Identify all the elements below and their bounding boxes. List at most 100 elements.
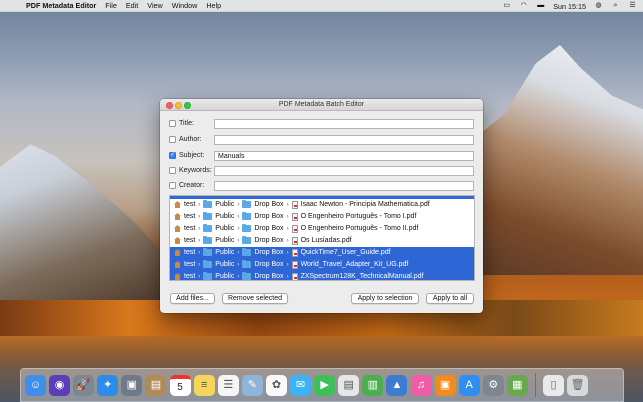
file-list-row[interactable]: test › Public › Drop Box › Os Lusíadas.pdf bbox=[170, 235, 474, 247]
menu-edit[interactable]: Edit bbox=[126, 1, 138, 10]
window-title: PDF Metadata Batch Editor bbox=[278, 101, 365, 108]
system-preferences-icon[interactable]: ⚙ bbox=[482, 374, 504, 396]
remove-selected-button[interactable]: Remove selected bbox=[222, 293, 288, 304]
trash-icon[interactable]: 🗑 bbox=[567, 374, 589, 396]
preview-icon[interactable]: ✎ bbox=[241, 374, 263, 396]
window-titlebar[interactable]: PDF Metadata Batch Editor bbox=[160, 99, 483, 111]
contacts-icon[interactable]: ▤ bbox=[145, 374, 167, 396]
launchpad-icon[interactable]: 🚀 bbox=[73, 374, 95, 396]
author-label: Author: bbox=[179, 136, 202, 143]
minimize-button[interactable] bbox=[175, 101, 182, 109]
apply-to-all-button[interactable]: Apply to all bbox=[426, 293, 474, 304]
path-separator-icon: › bbox=[237, 273, 240, 280]
author-checkbox[interactable] bbox=[169, 136, 176, 143]
file-name: ZXSpectrum128K_TechnicalManual.pdf bbox=[300, 273, 424, 280]
numbers-icon[interactable]: ▥ bbox=[362, 374, 384, 396]
notification-center-icon[interactable]: ☰ bbox=[628, 2, 637, 10]
keynote-podium-icon[interactable]: ▲ bbox=[386, 374, 408, 396]
folder-icon bbox=[203, 259, 213, 268]
keynote-icon[interactable]: ▤ bbox=[338, 374, 360, 396]
creator-checkbox[interactable] bbox=[169, 182, 176, 189]
menubar-clock[interactable]: Sun 15:15 bbox=[553, 2, 586, 11]
folder-icon bbox=[242, 211, 252, 220]
path-separator-icon: › bbox=[198, 225, 201, 232]
wifi-icon[interactable]: ◠ bbox=[519, 2, 528, 10]
folder-icon bbox=[242, 259, 252, 268]
finder-icon[interactable]: ☺ bbox=[25, 374, 46, 396]
creator-field[interactable] bbox=[214, 180, 474, 191]
path-separator-icon: › bbox=[237, 249, 240, 256]
folder-icon bbox=[242, 199, 252, 208]
file-list-row[interactable]: test › Public › Drop Box › Isaac Newton - Prin… bbox=[170, 199, 474, 211]
spotlight-search-icon[interactable]: ⌕ bbox=[611, 2, 620, 10]
menu-view[interactable]: View bbox=[147, 1, 162, 10]
path-folder-public: Public bbox=[215, 201, 235, 208]
display-icon[interactable]: ▭ bbox=[502, 2, 511, 10]
app-store-icon[interactable]: A bbox=[458, 374, 480, 396]
menu-bar: PDF Metadata Editor File Edit View Windo… bbox=[0, 0, 643, 12]
downloads-stack-icon[interactable]: ▯ bbox=[543, 374, 565, 396]
menu-file[interactable]: File bbox=[105, 1, 117, 10]
file-list-row[interactable]: test › Public › Drop Box › World_Travel_Adapte… bbox=[170, 258, 474, 271]
siri-icon[interactable]: ◉ bbox=[49, 374, 71, 396]
file-name: Isaac Newton - Principia Mathematica.pdf bbox=[300, 201, 430, 208]
input-flag-icon[interactable]: ▬ bbox=[536, 2, 545, 10]
folder-icon bbox=[242, 223, 252, 232]
close-button[interactable] bbox=[166, 101, 173, 109]
folder-icon bbox=[203, 247, 213, 256]
dock-separator bbox=[534, 373, 536, 397]
file-list-row[interactable]: test › Public › Drop Box › QuickTime7_User_Gui… bbox=[170, 246, 474, 259]
author-field[interactable] bbox=[214, 134, 474, 145]
path-folder-dropbox: Drop Box bbox=[254, 225, 284, 232]
file-list-row[interactable]: test › Public › Drop Box › ZXSpectrum128K_Tech… bbox=[170, 270, 474, 280]
title-field[interactable] bbox=[214, 118, 474, 129]
user-icon[interactable]: ◍ bbox=[594, 2, 603, 10]
subject-field[interactable]: Manuals bbox=[214, 150, 474, 161]
menu-window[interactable]: Window bbox=[172, 1, 198, 10]
calendar-icon[interactable]: 5 bbox=[169, 374, 191, 396]
home-folder-icon bbox=[174, 201, 181, 208]
path-folder-public: Public bbox=[215, 249, 235, 256]
path-separator-icon: › bbox=[237, 213, 240, 220]
app-menu[interactable]: PDF Metadata Editor bbox=[26, 1, 96, 10]
field-row-author: Author: bbox=[169, 134, 474, 145]
file-list-row[interactable]: test › Public › Drop Box › O Engenheiro Portug… bbox=[170, 223, 474, 235]
photo-browser-icon[interactable]: ▣ bbox=[121, 374, 143, 396]
zoom-button[interactable] bbox=[184, 101, 191, 109]
folder-icon bbox=[203, 223, 213, 232]
itunes-icon[interactable]: ♫ bbox=[410, 374, 432, 396]
keywords-field[interactable] bbox=[214, 165, 474, 176]
facetime-icon[interactable]: ▶ bbox=[314, 374, 336, 396]
pdf-metadata-editor-icon[interactable]: ▦ bbox=[506, 374, 528, 396]
path-folder-public: Public bbox=[215, 273, 235, 280]
file-name: Os Lusíadas.pdf bbox=[300, 237, 352, 244]
title-checkbox[interactable] bbox=[169, 120, 176, 127]
ibooks-icon[interactable]: ▣ bbox=[434, 374, 456, 396]
subject-checkbox[interactable]: ✓ bbox=[169, 152, 176, 159]
file-list-row[interactable]: test › Public › Drop Box › O Engenheiro Portug… bbox=[170, 211, 474, 223]
wallpaper-mountain-left bbox=[0, 144, 170, 300]
add-files-button[interactable]: Add files... bbox=[170, 293, 215, 304]
photos-icon[interactable]: ✿ bbox=[265, 374, 287, 396]
reminders-icon[interactable]: ☰ bbox=[217, 374, 239, 396]
safari-icon[interactable]: ✦ bbox=[97, 374, 119, 396]
messages-icon[interactable]: ✉ bbox=[290, 374, 312, 396]
apply-to-selection-button[interactable]: Apply to selection bbox=[351, 293, 419, 304]
dock: ☺ ◉ 🚀 ✦ ▣ ▤ 5 ≡ ☰ ✎ ✿ ✉ ▶ ▤ ▥ ▲ ♫ ▣ A ⚙ ▦ ▯ 🗑 bbox=[20, 368, 624, 402]
creator-label: Creator: bbox=[179, 182, 205, 189]
path-separator-icon: › bbox=[286, 213, 289, 220]
home-folder-icon bbox=[174, 261, 181, 268]
notes-icon[interactable]: ≡ bbox=[193, 374, 215, 396]
subject-label: Subject: bbox=[179, 152, 205, 159]
path-separator-icon: › bbox=[198, 273, 201, 280]
pdf-file-icon bbox=[291, 224, 298, 233]
menu-help[interactable]: Help bbox=[206, 1, 221, 10]
keywords-checkbox[interactable] bbox=[169, 167, 176, 174]
folder-icon bbox=[203, 271, 213, 280]
path-folder-dropbox: Drop Box bbox=[254, 249, 284, 256]
folder-icon bbox=[242, 235, 252, 244]
file-list[interactable]: test › Public › Drop Box › Isaac Newton - Prin… bbox=[169, 195, 475, 281]
folder-icon bbox=[203, 211, 213, 220]
path-folder-dropbox: Drop Box bbox=[254, 237, 284, 244]
pdf-file-icon bbox=[291, 236, 298, 245]
